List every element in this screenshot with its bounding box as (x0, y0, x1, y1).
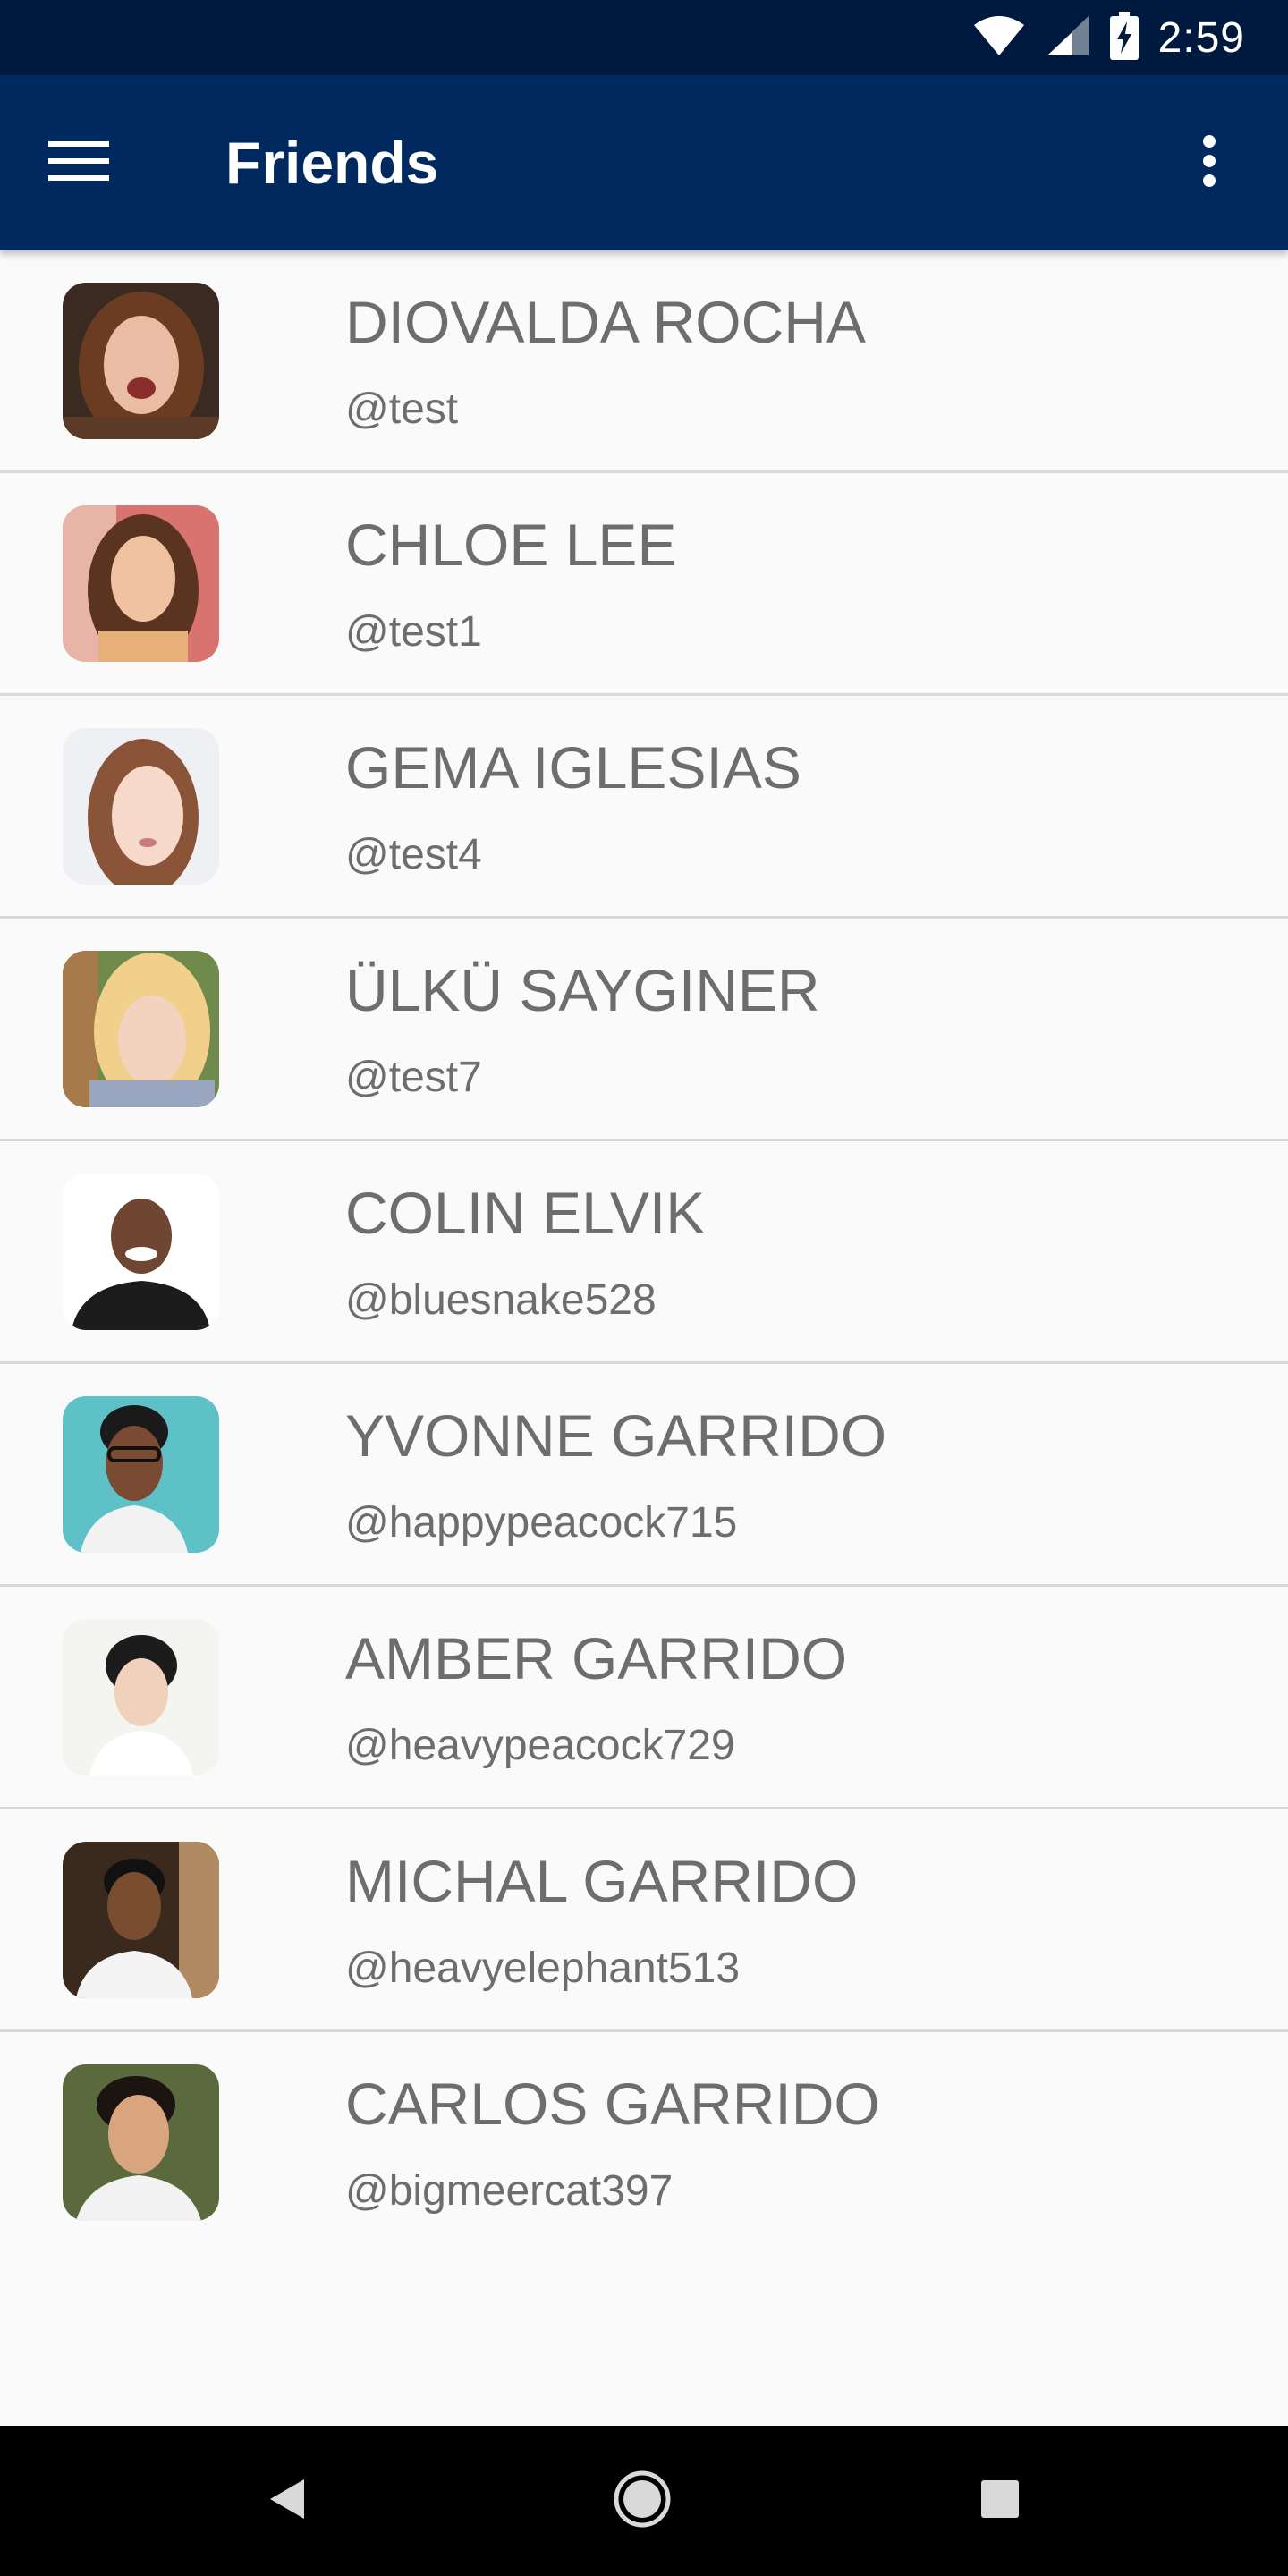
friend-handle: @happypeacock715 (345, 1499, 738, 1546)
hamburger-menu-icon (48, 140, 109, 187)
status-icons: 2:59 (972, 0, 1245, 75)
avatar (63, 1842, 219, 1998)
friend-handle: @bluesnake528 (345, 1276, 657, 1324)
friend-name: MICHAL GARRIDO (345, 1848, 859, 1914)
friend-list-item[interactable]: DIOVALDA ROCHA @test (0, 250, 1288, 473)
friend-name: YVONNE GARRIDO (345, 1402, 887, 1469)
friend-list-item[interactable]: MICHAL GARRIDO @heavyelephant513 (0, 1809, 1288, 2032)
friend-list-item[interactable]: CHLOE LEE @test1 (0, 473, 1288, 696)
app-bar: Friends (0, 75, 1288, 250)
avatar (63, 951, 219, 1107)
back-button[interactable] (242, 2456, 331, 2546)
wifi-icon (972, 14, 1026, 62)
friend-list-item[interactable]: COLIN ELVIK @bluesnake528 (0, 1141, 1288, 1364)
friend-list-item[interactable]: ÜLKÜ SAYGINER @test7 (0, 919, 1288, 1141)
friend-list-item[interactable]: CARLOS GARRIDO @bigmeercat397 (0, 2032, 1288, 2255)
friend-handle: @test (345, 386, 459, 433)
friend-name: ÜLKÜ SAYGINER (345, 957, 820, 1023)
friend-handle: @test7 (345, 1054, 482, 1101)
friend-name: GEMA IGLESIAS (345, 734, 801, 801)
signal-icon (1046, 14, 1090, 62)
avatar (63, 505, 219, 662)
friend-list: DIOVALDA ROCHA @test CHLOE LEE @test1 GE… (0, 250, 1288, 2255)
friend-handle: @test4 (345, 831, 482, 878)
back-icon (267, 2478, 306, 2525)
recents-icon (979, 2479, 1021, 2524)
status-time: 2:59 (1157, 13, 1245, 62)
friend-name: CARLOS GARRIDO (345, 2071, 880, 2137)
friend-handle: @heavypeacock729 (345, 1722, 735, 1769)
menu-button[interactable] (39, 123, 118, 202)
friend-name: AMBER GARRIDO (345, 1625, 848, 1691)
avatar (63, 283, 219, 439)
home-button[interactable] (597, 2456, 687, 2546)
friend-list-item[interactable]: GEMA IGLESIAS @test4 (0, 696, 1288, 919)
avatar (63, 728, 219, 885)
friend-list-item[interactable]: YVONNE GARRIDO @happypeacock715 (0, 1364, 1288, 1587)
avatar (63, 1396, 219, 1553)
home-icon (613, 2470, 672, 2533)
recents-button[interactable] (955, 2456, 1045, 2546)
friend-handle: @test1 (345, 608, 482, 656)
page-title: Friends (225, 130, 439, 196)
friend-list-item[interactable]: AMBER GARRIDO @heavypeacock729 (0, 1587, 1288, 1809)
overflow-menu-button[interactable] (1170, 123, 1249, 202)
more-vertical-icon (1200, 134, 1218, 192)
friend-name: CHLOE LEE (345, 512, 677, 578)
battery-charging-icon (1109, 11, 1139, 64)
avatar (63, 1619, 219, 1775)
avatar (63, 2064, 219, 2221)
friends-screen: 2:59 Friends DIOVALDA ROCHA @test CHLOE … (0, 0, 1288, 2576)
friend-name: COLIN ELVIK (345, 1180, 706, 1246)
friend-handle: @bigmeercat397 (345, 2167, 674, 2215)
friend-name: DIOVALDA ROCHA (345, 289, 866, 355)
navigation-bar (0, 2426, 1288, 2576)
friend-handle: @heavyelephant513 (345, 1945, 741, 1992)
avatar (63, 1174, 219, 1330)
status-bar: 2:59 (0, 0, 1288, 75)
